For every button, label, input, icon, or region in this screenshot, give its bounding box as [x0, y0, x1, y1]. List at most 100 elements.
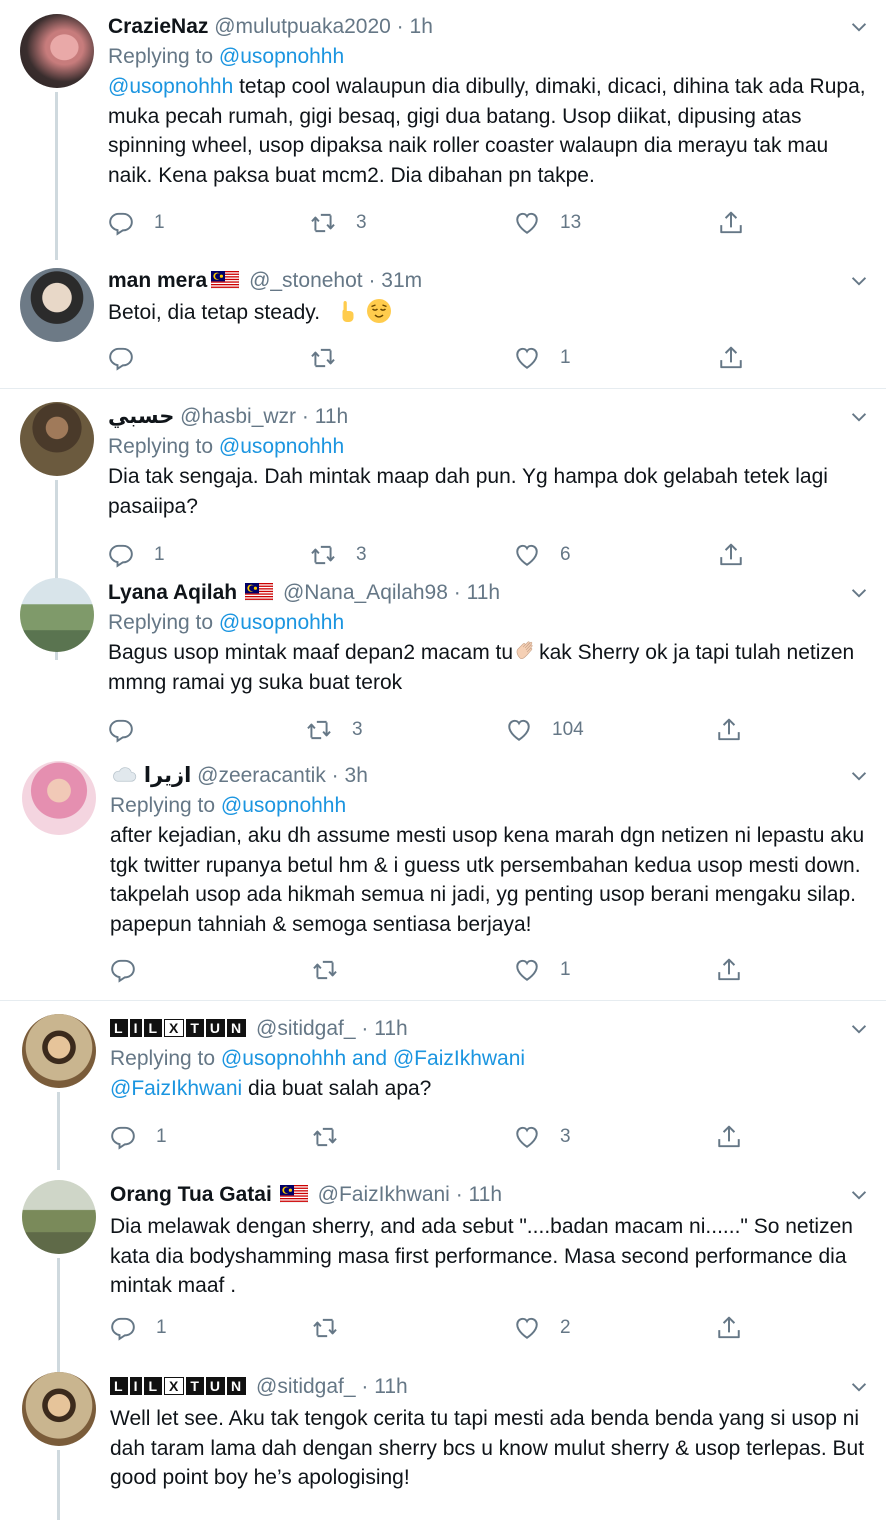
reply-button[interactable]: [108, 713, 154, 747]
author-handle[interactable]: @sitidgaf_: [256, 1375, 356, 1398]
divider: [0, 1000, 886, 1001]
avatar[interactable]: [20, 14, 94, 88]
retweet-button[interactable]: 3: [310, 538, 367, 572]
like-button[interactable]: 6: [514, 538, 571, 572]
author-name[interactable]: Orang Tua Gatai: [110, 1183, 272, 1206]
author-name[interactable]: man mera: [108, 269, 207, 292]
author-handle[interactable]: @hasbi_wzr: [180, 405, 296, 428]
timestamp[interactable]: 11h: [374, 1017, 407, 1040]
chevron-down-icon[interactable]: [848, 406, 870, 428]
lilxtun-name-badge[interactable]: LILXTUN: [110, 1377, 247, 1395]
retweet-button[interactable]: [310, 341, 356, 375]
share-button[interactable]: [718, 341, 744, 375]
malaysia-flag-icon: [211, 271, 239, 289]
avatar[interactable]: [22, 1372, 96, 1446]
author-name[interactable]: CrazieNaz: [108, 15, 208, 38]
separator-dot: ·: [390, 15, 410, 38]
replying-to-link[interactable]: @usopnohhh: [219, 45, 344, 68]
timestamp[interactable]: 31m: [381, 269, 422, 292]
reply-button[interactable]: [108, 341, 154, 375]
replying-to-link[interactable]: @usopnohhh and @FaizIkhwani: [221, 1047, 525, 1070]
reply-icon: [108, 542, 134, 568]
like-button[interactable]: 2: [514, 1311, 571, 1345]
badge-letter: U: [205, 1377, 226, 1395]
badge-letter: X: [164, 1019, 185, 1037]
tweet-text: Bagus usop mintak maaf depan2 macam tu ka…: [108, 638, 872, 697]
thread-line: [57, 1092, 60, 1170]
share-button[interactable]: [718, 206, 744, 240]
tweet-text: Betoi, dia tetap steady.: [108, 298, 872, 328]
chevron-down-icon[interactable]: [848, 765, 870, 787]
reply-button[interactable]: 1: [110, 1311, 167, 1345]
avatar[interactable]: [22, 761, 96, 835]
chevron-down-icon[interactable]: [848, 1184, 870, 1206]
timestamp[interactable]: 11h: [315, 405, 348, 428]
retweet-button[interactable]: [312, 1311, 358, 1345]
timestamp[interactable]: 1h: [410, 15, 433, 38]
author-handle[interactable]: @sitidgaf_: [256, 1017, 356, 1040]
author-handle[interactable]: @Nana_Aqilah98: [283, 581, 448, 604]
chevron-down-icon[interactable]: [848, 1018, 870, 1040]
share-button[interactable]: [716, 1311, 742, 1345]
author-handle[interactable]: @_stonehot: [249, 269, 363, 292]
replying-to-link[interactable]: @usopnohhh: [219, 611, 344, 634]
share-button[interactable]: [716, 1120, 742, 1154]
avatar[interactable]: [20, 402, 94, 476]
avatar[interactable]: [22, 1014, 96, 1088]
avatar[interactable]: [22, 1180, 96, 1254]
mention-link[interactable]: @FaizIkhwani: [110, 1077, 242, 1100]
reply-icon: [108, 210, 134, 236]
reply-button[interactable]: 1: [108, 538, 165, 572]
timestamp[interactable]: 11h: [374, 1375, 407, 1398]
reply-button[interactable]: 1: [108, 206, 165, 240]
pointing-up-emoji-icon: [342, 301, 354, 322]
chevron-down-icon[interactable]: [848, 1376, 870, 1398]
like-count: 1: [560, 347, 571, 368]
share-button[interactable]: [716, 953, 742, 987]
badge-letter: L: [144, 1377, 163, 1395]
mention-link[interactable]: @usopnohhh: [108, 75, 233, 98]
like-button[interactable]: 13: [514, 206, 581, 240]
chevron-down-icon[interactable]: [848, 16, 870, 38]
heart-icon: [506, 717, 532, 743]
author-handle[interactable]: @zeeracantik: [197, 764, 326, 787]
share-icon: [716, 1124, 742, 1150]
tweet-text: @FaizIkhwani dia buat salah apa?: [110, 1074, 872, 1104]
chevron-down-icon[interactable]: [848, 582, 870, 604]
like-button[interactable]: 1: [514, 341, 571, 375]
like-button[interactable]: 104: [506, 713, 584, 747]
timestamp[interactable]: 3h: [345, 764, 368, 787]
chevron-down-icon[interactable]: [848, 270, 870, 292]
thread-line: [57, 1450, 60, 1520]
retweet-button[interactable]: [312, 1120, 358, 1154]
author-handle[interactable]: @FaizIkhwani: [318, 1183, 450, 1206]
badge-letter: N: [227, 1377, 247, 1395]
retweet-icon: [312, 957, 338, 983]
timestamp[interactable]: 11h: [467, 581, 500, 604]
replying-to: Replying to @usopnohhh: [108, 608, 872, 638]
author-name[interactable]: حسبي: [108, 405, 174, 428]
replying-to-link[interactable]: @usopnohhh: [221, 794, 346, 817]
retweet-button[interactable]: [312, 953, 358, 987]
avatar[interactable]: [20, 268, 94, 342]
replying-prefix: Replying to: [110, 794, 221, 817]
reply-button[interactable]: [110, 953, 156, 987]
author-name[interactable]: ازيرا: [144, 764, 191, 787]
share-button[interactable]: [718, 538, 744, 572]
replying-to: Replying to @usopnohhh: [108, 42, 872, 72]
replying-to-link[interactable]: @usopnohhh: [219, 435, 344, 458]
retweet-button[interactable]: 3: [310, 206, 367, 240]
avatar[interactable]: [20, 578, 94, 652]
separator-dot: ·: [296, 405, 315, 428]
retweet-button[interactable]: 3: [306, 713, 363, 747]
reply-button[interactable]: 1: [110, 1120, 167, 1154]
author-name[interactable]: Lyana Aqilah: [108, 581, 237, 604]
like-button[interactable]: 3: [514, 1120, 571, 1154]
like-button[interactable]: 1: [514, 953, 571, 987]
author-handle[interactable]: @mulutpuaka2020: [214, 15, 391, 38]
timestamp[interactable]: 11h: [469, 1183, 502, 1206]
separator-dot: ·: [449, 1183, 469, 1206]
replying-prefix: Replying to: [110, 1047, 221, 1070]
share-button[interactable]: [716, 713, 742, 747]
lilxtun-name-badge[interactable]: LILXTUN: [110, 1019, 247, 1037]
